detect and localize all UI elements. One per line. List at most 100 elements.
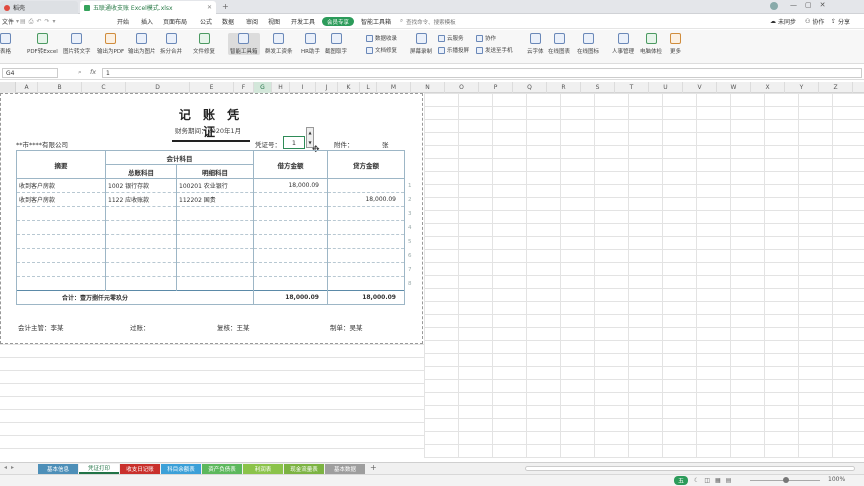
- cell-empty[interactable]: [253, 206, 328, 221]
- cell-credit[interactable]: [327, 178, 405, 193]
- cell-empty[interactable]: [105, 206, 177, 221]
- command-search[interactable]: ⌕ 查找命令、搜索模板: [400, 16, 480, 27]
- total-debit[interactable]: 18,000.09: [253, 290, 328, 305]
- cell-empty[interactable]: [327, 262, 405, 277]
- total-label[interactable]: 合计：壹万捌仟元零玖分: [16, 290, 254, 305]
- column-header-z[interactable]: Z: [819, 82, 853, 93]
- column-header-g[interactable]: G: [254, 82, 272, 93]
- column-header-o[interactable]: O: [445, 82, 479, 93]
- sync-status[interactable]: ☁ 未同步: [770, 14, 796, 29]
- cell-empty[interactable]: [105, 248, 177, 263]
- cell-empty[interactable]: [253, 220, 328, 235]
- column-header-c[interactable]: C: [82, 82, 126, 93]
- sheet-tab[interactable]: 现金流量表: [284, 464, 324, 474]
- smart-toolbox-button[interactable]: 智能工具箱: [228, 33, 260, 55]
- cell-empty[interactable]: [16, 276, 106, 291]
- payslip-button[interactable]: 群发工资条: [265, 33, 293, 55]
- cell-empty[interactable]: [327, 206, 405, 221]
- menu-data[interactable]: 数据: [222, 14, 234, 29]
- select-all-corner[interactable]: [0, 82, 16, 93]
- screen-record-button[interactable]: 屏幕录制: [410, 33, 432, 55]
- column-header-t[interactable]: T: [615, 82, 649, 93]
- cell-detail[interactable]: 112202 国贵: [176, 192, 254, 207]
- cell-empty[interactable]: [327, 276, 405, 291]
- cell-empty[interactable]: [176, 206, 254, 221]
- cell-empty[interactable]: [327, 248, 405, 263]
- tab-docer[interactable]: 稻壳: [0, 1, 78, 14]
- cell-empty[interactable]: [105, 234, 177, 249]
- cell-empty[interactable]: [327, 220, 405, 235]
- fx-icon[interactable]: fx: [90, 68, 96, 76]
- column-header-m[interactable]: M: [377, 82, 411, 93]
- more-button[interactable]: 更多: [670, 33, 681, 55]
- cast-button[interactable]: 乐播投屏: [438, 46, 469, 54]
- cell-empty[interactable]: [253, 276, 328, 291]
- hr-manage-button[interactable]: 人事管理: [612, 33, 634, 55]
- pc-check-button[interactable]: 电脑体检: [640, 33, 662, 55]
- spin-up-icon[interactable]: ▲: [308, 130, 311, 135]
- menu-view[interactable]: 视图: [268, 14, 280, 29]
- share-button[interactable]: ⇪ 分享: [831, 14, 850, 29]
- collaborate-button[interactable]: ⚇ 协作: [805, 14, 824, 29]
- window-controls-icon[interactable]: —▢✕: [790, 1, 833, 9]
- add-sheet-icon[interactable]: +: [370, 463, 377, 472]
- cell-summary[interactable]: 收到客户房款: [16, 192, 106, 207]
- column-header-y[interactable]: Y: [785, 82, 819, 93]
- new-tab-icon[interactable]: +: [222, 2, 229, 11]
- quick-access-icons[interactable]: ▤⎙↶↷▾: [20, 14, 59, 29]
- cell-empty[interactable]: [105, 276, 177, 291]
- cell-empty[interactable]: [176, 248, 254, 263]
- column-header-d[interactable]: D: [126, 82, 190, 93]
- sheet-nav-arrows-icon[interactable]: ◂▸: [4, 464, 18, 471]
- menu-smart-toolbox[interactable]: 智能工具箱: [361, 14, 391, 29]
- sheet-tab[interactable]: 凭证打印: [79, 464, 119, 474]
- screenshot-text-button[interactable]: 截图取字: [325, 33, 347, 55]
- menu-review[interactable]: 审阅: [246, 14, 258, 29]
- column-header-a[interactable]: A: [16, 82, 38, 93]
- column-header-k[interactable]: K: [338, 82, 360, 93]
- cell-detail[interactable]: 100201 农业银行: [176, 178, 254, 193]
- sheet-tab[interactable]: 基本信息: [38, 464, 78, 474]
- cell-empty[interactable]: [176, 220, 254, 235]
- sheet-tab[interactable]: 利润表: [243, 464, 283, 474]
- export-pdf-button[interactable]: 输出为PDF: [97, 33, 124, 55]
- online-chart-button[interactable]: 在线图表: [548, 33, 570, 55]
- view-mode-icons[interactable]: ☾◫▦▤: [694, 477, 736, 484]
- voucher-no-cell[interactable]: 1: [283, 136, 305, 149]
- split-merge-button[interactable]: 拆分合并: [160, 33, 182, 55]
- cell-empty[interactable]: [105, 262, 177, 277]
- name-box[interactable]: G4: [2, 68, 58, 78]
- column-header-f[interactable]: F: [234, 82, 254, 93]
- collab-ribbon-button[interactable]: 协作: [476, 34, 513, 42]
- cell-empty[interactable]: [105, 220, 177, 235]
- data-collect-button[interactable]: 数据收录: [366, 34, 397, 42]
- cell-empty[interactable]: [176, 234, 254, 249]
- spin-down-icon[interactable]: ▼: [308, 140, 311, 145]
- menu-developer[interactable]: 开发工具: [291, 14, 315, 29]
- menu-insert[interactable]: 插入: [141, 14, 153, 29]
- menu-home[interactable]: 开始: [117, 14, 129, 29]
- column-header-p[interactable]: P: [479, 82, 513, 93]
- doc-repair-button[interactable]: 文档修复: [366, 46, 397, 54]
- tab-workbook[interactable]: 五联通收支账 Excel模式.xlsx ✕: [80, 1, 216, 14]
- cloud-font-button[interactable]: 云字体: [527, 33, 544, 55]
- cell-empty[interactable]: [16, 220, 106, 235]
- column-header-j[interactable]: J: [316, 82, 338, 93]
- send-phone-button[interactable]: 发送至手机: [476, 46, 513, 54]
- export-image-button[interactable]: 输出为图片: [128, 33, 156, 55]
- input-method-icon[interactable]: 五: [674, 476, 688, 485]
- sheet-tab[interactable]: 科目余额表: [161, 464, 201, 474]
- column-header-e[interactable]: E: [190, 82, 234, 93]
- total-credit[interactable]: 18,000.09: [327, 290, 405, 305]
- image-to-text-button[interactable]: 图片转文字: [63, 33, 91, 55]
- column-header-l[interactable]: L: [360, 82, 377, 93]
- column-header-s[interactable]: S: [581, 82, 615, 93]
- sheet-tab[interactable]: 收支日记账: [120, 464, 160, 474]
- column-header-r[interactable]: R: [547, 82, 581, 93]
- column-header-w[interactable]: W: [717, 82, 751, 93]
- cell-empty[interactable]: [253, 262, 328, 277]
- file-repair-button[interactable]: 文件修复: [193, 33, 215, 55]
- cell-empty[interactable]: [253, 248, 328, 263]
- sheet-grid[interactable]: [424, 93, 864, 458]
- close-tab-icon[interactable]: ✕: [207, 4, 212, 11]
